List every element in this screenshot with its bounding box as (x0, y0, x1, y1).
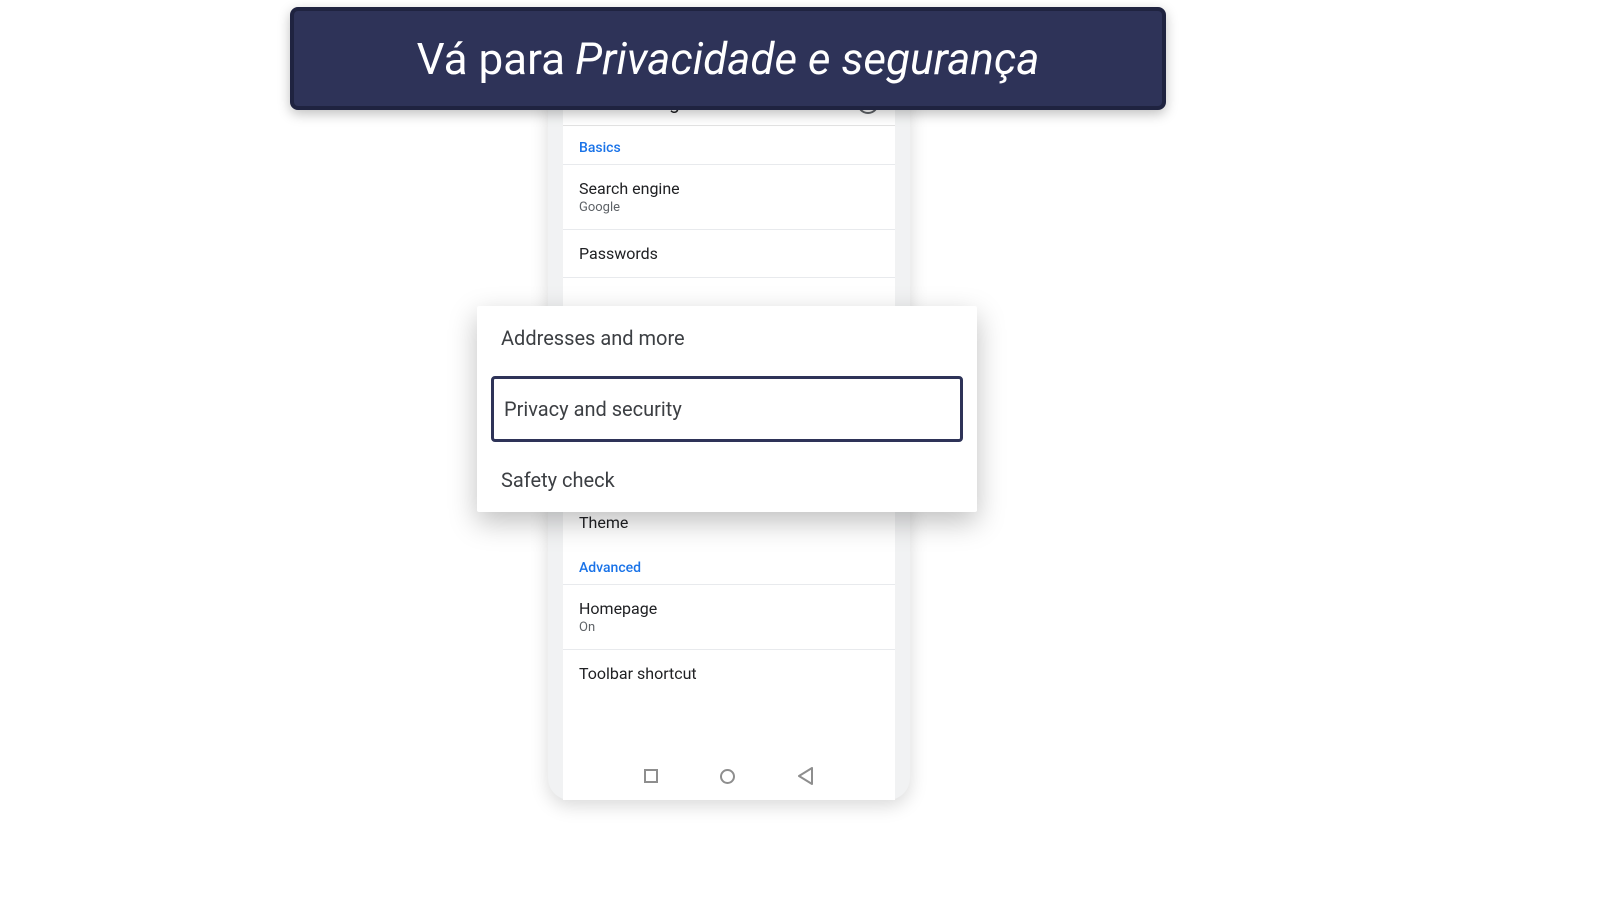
section-header-basics: Basics (563, 126, 895, 165)
setting-item-search-engine[interactable]: Search engine Google (563, 165, 895, 230)
setting-item-toolbar-shortcut[interactable]: Toolbar shortcut (563, 650, 895, 689)
android-nav-bar (563, 752, 895, 800)
nav-home-icon[interactable] (720, 769, 735, 784)
zoom-item-addresses[interactable]: Addresses and more (477, 306, 977, 370)
setting-item-homepage[interactable]: Homepage On (563, 584, 895, 650)
instruction-target: Privacidade e segurança (575, 33, 1039, 85)
setting-title: Toolbar shortcut (579, 664, 879, 683)
setting-title: Theme (579, 513, 879, 532)
setting-sub: On (579, 620, 879, 635)
instruction-banner: Vá para Privacidade e segurança (290, 7, 1166, 110)
setting-title: Homepage (579, 599, 879, 618)
nav-back-icon[interactable] (798, 767, 814, 785)
instruction-prefix: Vá para (417, 33, 566, 85)
setting-sub: Google (579, 200, 879, 215)
zoom-item-privacy-security[interactable]: Privacy and security (491, 376, 963, 442)
zoom-item-safety-check[interactable]: Safety check (477, 448, 977, 512)
setting-title: Search engine (579, 179, 879, 198)
setting-title: Passwords (579, 244, 879, 263)
setting-item-passwords[interactable]: Passwords (563, 230, 895, 278)
zoom-callout: Addresses and more Privacy and security … (477, 306, 977, 512)
nav-recent-icon[interactable] (644, 769, 658, 783)
section-header-advanced: Advanced (563, 546, 895, 584)
